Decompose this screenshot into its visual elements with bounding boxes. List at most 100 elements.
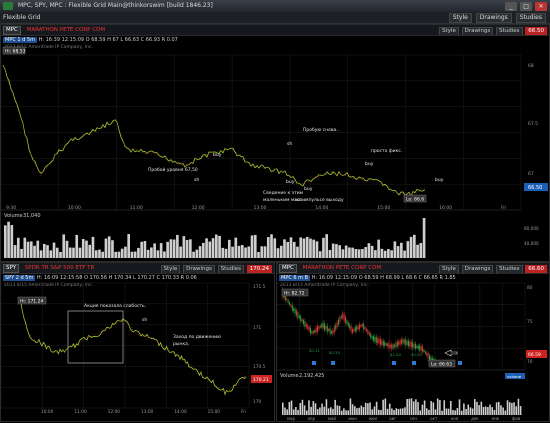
candle: [366, 328, 367, 332]
dividend-marker: $1.00: [390, 352, 401, 357]
volume-bar: [283, 239, 286, 258]
volume-bar: [508, 402, 511, 415]
volume-bar: [310, 406, 312, 415]
candle: [300, 316, 302, 322]
event-icon[interactable]: [392, 361, 396, 365]
candle: [356, 326, 358, 331]
volume-bar: [133, 251, 137, 258]
volume-bar: [403, 250, 406, 258]
volume-bar: [334, 399, 336, 415]
volume-bar: [273, 238, 277, 258]
candle: [290, 304, 292, 307]
volume-bar: [166, 241, 169, 258]
candle: [329, 328, 331, 334]
volume-bar: [42, 243, 46, 258]
volume-bar: [426, 408, 428, 415]
candle: [385, 343, 387, 346]
candle: [413, 343, 415, 348]
volume-bar: [107, 236, 111, 258]
volume-bar: [357, 249, 361, 258]
top-chart-svg[interactable]: Hi: 68.53 Lo: 66.6 66.50 68 67.5 67 9:30…: [1, 25, 549, 261]
volume-bar: [39, 250, 43, 258]
volume-bar: [480, 401, 483, 415]
volume-bar: [515, 406, 518, 415]
volume-bar: [347, 410, 350, 415]
grid-selector[interactable]: Flexible Grid: [3, 12, 41, 23]
time-tick: окт: [430, 416, 438, 421]
volume-bar: [263, 246, 267, 258]
volume-bar: [487, 407, 489, 415]
chart-panel-left: SPY SPDR TR S&P 500 ETF TR Style Drawing…: [0, 262, 275, 422]
volume-bar: [406, 241, 410, 258]
volume-bar: [360, 405, 363, 415]
candle: [331, 330, 332, 334]
time-tick: 10:00: [68, 205, 81, 211]
event-icon[interactable]: [458, 361, 462, 365]
volume-value: 31,040: [23, 213, 41, 219]
volume-bar: [378, 409, 380, 415]
studies-button[interactable]: Studies: [515, 13, 546, 23]
volume-bar: [276, 248, 280, 258]
price-tick: 68: [528, 63, 534, 69]
volume-bar: [417, 402, 419, 415]
candle: [417, 345, 419, 350]
candle: [401, 339, 402, 345]
time-tick: 10:00: [41, 409, 54, 415]
volume-bar: [318, 251, 322, 258]
candle: [395, 342, 397, 348]
candle: [349, 324, 351, 329]
annotation: Пробую снова..: [303, 127, 339, 133]
annotation: sh: [142, 317, 147, 323]
close-button[interactable]: ✕: [535, 2, 547, 11]
time-tick: 12:00: [108, 409, 121, 415]
time-tick: 13:00: [254, 205, 267, 211]
volume-bar: [380, 410, 382, 415]
candle: [361, 323, 363, 327]
volume-bar: [423, 400, 426, 415]
candle: [310, 327, 311, 334]
volume-bar: [221, 247, 225, 258]
event-icon[interactable]: [312, 361, 316, 365]
volume-bar: [495, 402, 498, 415]
candle: [363, 323, 365, 330]
volume-bar: [306, 410, 308, 415]
candle: [426, 352, 428, 356]
volume-bar: [159, 243, 163, 258]
style-button[interactable]: Style: [448, 13, 472, 23]
left-chart-svg[interactable]: Hi: 171.24 170.21 171.5 171 170.5 170 10…: [1, 263, 274, 421]
right-chart-svg[interactable]: Hi: 82.72 Lo: 66.63 66.59 80 75 70 $0.11…: [277, 263, 549, 421]
volume-bar: [484, 406, 487, 415]
volume-bar: [292, 409, 295, 415]
candle: [312, 331, 314, 334]
volume-bar: [456, 407, 459, 415]
candle: [368, 332, 370, 336]
volume-bar: [169, 239, 173, 258]
volume-tick: 40,000: [524, 241, 539, 246]
volume-bar: [343, 408, 345, 415]
candle: [371, 336, 373, 339]
maximize-button[interactable]: □: [520, 2, 533, 11]
volume-bar: [211, 238, 215, 258]
event-icon[interactable]: [331, 361, 335, 365]
drawings-button[interactable]: Drawings: [475, 13, 512, 23]
volume-bar: [377, 239, 380, 258]
event-icon[interactable]: [412, 361, 416, 365]
volume-bar: [393, 410, 395, 415]
volume-bar: [85, 240, 88, 258]
volume-bar: [104, 238, 108, 258]
volume-bar: [445, 408, 448, 415]
volume-bar: [349, 398, 352, 415]
volume-bar: [476, 401, 478, 415]
candle: [321, 324, 323, 328]
volume-bar: [68, 247, 72, 258]
volume-bar: [156, 250, 160, 258]
volume-bar: [367, 243, 371, 258]
volume-bar: [383, 250, 387, 258]
volume-bar: [91, 236, 95, 258]
volume-bar: [388, 403, 391, 415]
volume-bar: [301, 399, 304, 415]
minimize-button[interactable]: _: [505, 2, 518, 11]
price-tick: 170: [253, 399, 261, 405]
price-tick: 171.5: [253, 284, 266, 290]
volume-bar: [354, 406, 356, 415]
